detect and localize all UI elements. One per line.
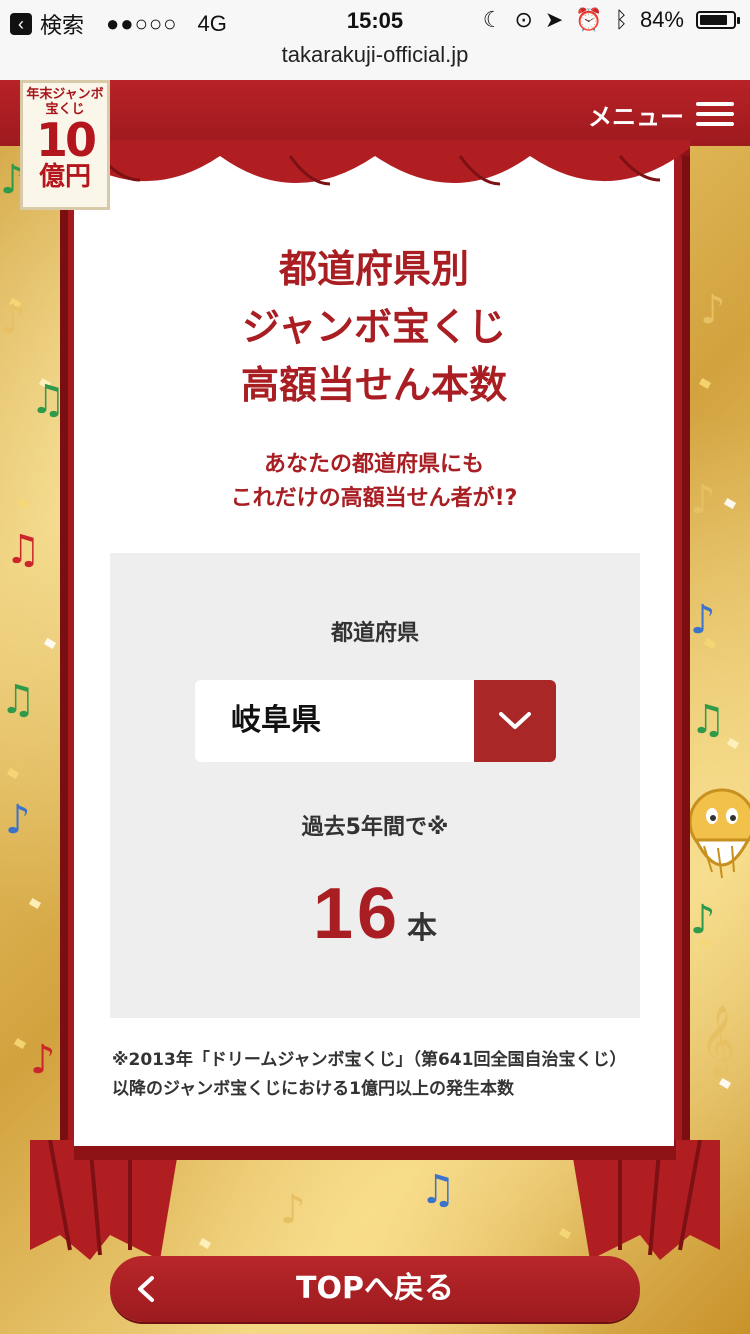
prefecture-label: 都道府県: [330, 621, 419, 646]
treble-clef-icon: 𝄞: [700, 1005, 736, 1075]
back-to-top-label[interactable]: TOPへ戻る: [110, 1256, 640, 1322]
page-subtitle: あなたの都道府県にも これだけの高額当せん者が!?: [74, 448, 674, 516]
url-text[interactable]: takarakuji-official.jp: [282, 42, 469, 67]
address-bar[interactable]: takarakuji-official.jp: [0, 40, 750, 81]
music-note-icon: ♪: [690, 897, 716, 943]
footnote: ※2013年「ドリームジャンボ宝くじ」（第641回全国自治宝くじ）以降のジャンボ…: [112, 1050, 627, 1099]
winner-count-value: 16: [312, 874, 402, 954]
bluetooth-icon: ᛒ: [614, 7, 628, 32]
result-panel: 都道府県 岐阜県 過去5年間で※ 16 本: [110, 553, 640, 1018]
title-line: 都道府県別: [278, 247, 469, 291]
music-note-icon: ♪: [700, 287, 726, 333]
back-to-top-button[interactable]: TOPへ戻る: [110, 1256, 640, 1322]
site-header: メニュー: [0, 80, 750, 146]
status-bar: ‹ 検索 ●●○○○ 4G 15:05 ☾ ⊙ ➤ ⏰ ᛒ 84%: [0, 0, 750, 40]
winner-count-unit: 本: [407, 911, 438, 946]
mascot-character: [688, 788, 750, 879]
location-icon: ➤: [544, 7, 564, 32]
menu-label[interactable]: メニュー: [588, 97, 684, 132]
page-title: 都道府県別 ジャンボ宝くじ 高額当せん本数: [74, 240, 674, 414]
rotation-lock-icon: ⊙: [514, 7, 533, 32]
logo-amount-unit: 億円: [38, 162, 91, 192]
music-note-icon: ♪: [690, 597, 716, 643]
music-note-icon: ♪: [0, 297, 26, 343]
music-note-icon: ♪: [690, 477, 716, 523]
logo-amount-number: 10: [35, 113, 97, 167]
music-note-icon: ♪: [5, 797, 31, 843]
alarm-icon: ⏰: [575, 7, 603, 32]
status-bar-right: ☾ ⊙ ➤ ⏰ ᛒ 84%: [482, 7, 740, 33]
menu-button[interactable]: メニュー: [588, 94, 734, 134]
title-line: 高額当せん本数: [240, 363, 507, 407]
curtain-bottom: [30, 1140, 720, 1260]
battery-percent: 84%: [639, 7, 684, 32]
prefecture-selected-value[interactable]: 岐阜県: [231, 680, 321, 762]
jumbo-lottery-logo[interactable]: 年末ジャンボ宝くじ 10 億円: [20, 80, 110, 210]
music-note-icon: ♫: [5, 527, 41, 573]
title-line: ジャンボ宝くじ: [241, 305, 507, 349]
hamburger-icon[interactable]: [696, 102, 734, 126]
battery-icon: [696, 11, 740, 29]
music-note-icon: ♪: [30, 1037, 56, 1083]
select-dropdown-button[interactable]: [474, 680, 556, 762]
curtain-top: [60, 140, 690, 186]
music-note-icon: ♫: [0, 677, 36, 723]
subtitle-line: あなたの都道府県にも: [263, 452, 484, 477]
period-label: 過去5年間で※: [301, 815, 449, 840]
music-note-icon: ♫: [690, 697, 726, 743]
subtitle-line: これだけの高額当せん者が!?: [230, 486, 518, 511]
prefecture-select[interactable]: 岐阜県: [195, 680, 556, 762]
battery-fill: [700, 15, 727, 25]
chevron-down-icon[interactable]: [497, 710, 533, 732]
moon-icon: ☾: [482, 7, 503, 32]
winner-count: 16 本: [110, 873, 640, 955]
